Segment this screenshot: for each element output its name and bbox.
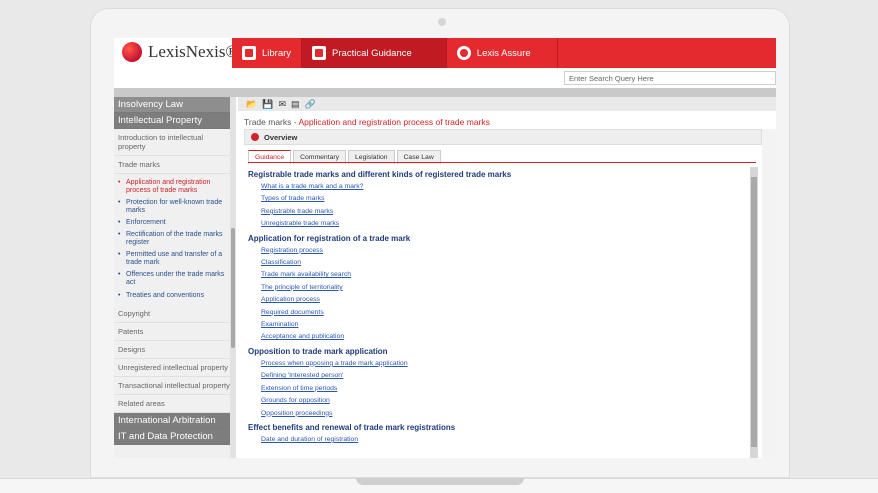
content-scroll-thumb[interactable] [751,177,757,447]
section-heading: Opposition to trade mark application [248,346,388,356]
sidebar-item-intro-ip[interactable]: Introduction to intellectual property [114,129,236,156]
lexisnexis-logo-icon [122,42,142,62]
guidance-link[interactable]: Types of trade marks [261,193,750,205]
breadcrumb: Trade marks - Application and registrati… [244,117,490,127]
sidebar-heading-insolvency[interactable]: Insolvency Law [114,97,236,113]
nav-tab-practical-guidance[interactable]: Practical Guidance [302,38,447,68]
sidebar-scroll-thumb[interactable] [231,228,235,348]
toolbar: 📂 💾 ✉ ▤ 🔗 [238,97,776,111]
sidebar-item-unregistered-ip[interactable]: Unregistered intellectual property [114,359,236,377]
sidebar-bullet[interactable]: Application and registration process of … [114,177,236,197]
sidebar-item-designs[interactable]: Designs [114,341,236,359]
overview-bar[interactable]: Overview [244,129,762,145]
guidance-link[interactable]: Date and duration of registration [261,434,750,446]
guidance-link[interactable]: Examination [261,319,750,331]
nav-tab-label: Lexis Assure [476,47,531,59]
document-icon [312,46,327,60]
nav-tab-label: Practical Guidance [332,47,412,59]
guidance-link[interactable]: Trade mark availability search [261,269,750,281]
tab-underline [248,162,756,163]
sidebar-item-copyright[interactable]: Copyright [114,305,236,323]
export-icon[interactable]: ▤ [291,99,300,110]
guidance-link[interactable]: Acceptance and publication [261,331,750,343]
sidebar: Insolvency Law Intellectual Property Int… [114,97,236,458]
header: LexisNexis® Library Practical Guidance L… [114,38,776,68]
link-icon[interactable]: 🔗 [305,99,316,110]
camera-dot [438,18,446,26]
email-icon[interactable]: ✉ [278,99,286,110]
guidance-content: Registrable trade marks and different ki… [248,167,750,458]
folder-icon[interactable]: 📂 [246,99,257,110]
guidance-link[interactable]: The principle of territoriality [261,282,750,294]
nav-tab-label: Library [262,47,292,59]
guidance-link[interactable]: Opposition proceedings [261,408,750,420]
sidebar-bullet[interactable]: Enforcement [114,217,236,229]
section-heading: Application for registration of a trade … [248,233,411,243]
sidebar-bullet[interactable]: Treaties and conventions [114,290,236,302]
guidance-link[interactable]: Registration process [261,245,750,257]
main-content: 📂 💾 ✉ ▤ 🔗 Trade marks - Application and … [238,97,776,458]
assure-icon [456,46,471,60]
sidebar-item-trade-marks[interactable]: Trade marks [114,156,236,174]
breadcrumb-parent[interactable]: Trade marks - [244,117,298,127]
sidebar-heading-ip[interactable]: Intellectual Property [114,113,236,129]
breadcrumb-current: Application and registration process of … [298,117,490,127]
book-icon [242,46,256,60]
guidance-link[interactable]: Required documents [261,307,750,319]
overview-label: Overview [264,132,298,142]
guidance-link[interactable]: Application process [261,294,750,306]
section-heading: Registrable trade marks and different ki… [248,170,512,179]
guidance-link[interactable]: Extension of time periods [261,383,750,395]
search-input[interactable]: Enter Search Query Here [564,71,776,85]
save-icon[interactable]: 💾 [262,99,273,110]
guidance-link[interactable]: Grounds for opposition [261,395,750,407]
sidebar-bullet[interactable]: Rectification of the trade marks registe… [114,229,236,249]
sidebar-heading-arbitration[interactable]: International Arbitration [114,412,236,429]
screen: LexisNexis® Library Practical Guidance L… [114,38,776,458]
sidebar-bullet[interactable]: Offences under the trade marks act [114,269,236,289]
sidebar-item-transactional-ip[interactable]: Transactional intellectual property [114,377,236,395]
guidance-link[interactable]: Classification [261,257,750,269]
guidance-link[interactable]: Unregistrable trade marks [261,218,750,230]
logo[interactable]: LexisNexis® [122,42,238,62]
sidebar-item-patents[interactable]: Patents [114,323,236,341]
sidebar-heading-it[interactable]: IT and Data Protection [114,428,236,445]
guidance-link[interactable]: What is a trade mark and a mark? [261,181,750,193]
guidance-link[interactable]: Defining 'Interested person' [261,370,750,382]
section-heading: Effect benefits and renewal of trade mar… [248,422,456,432]
nav-tab-lexis-assure[interactable]: Lexis Assure [447,38,558,68]
overview-toggle-icon [251,133,259,141]
guidance-link[interactable]: Process when opposing a trade mark appli… [261,358,750,370]
search-row: Enter Search Query Here [114,68,776,88]
scene: LexisNexis® Library Practical Guidance L… [0,0,878,493]
divider-bar [114,88,776,97]
laptop-notch [356,478,524,485]
sidebar-bullet[interactable]: Protection for well-known trade marks [114,197,236,217]
guidance-link[interactable]: Registrable trade marks [261,206,750,218]
nav-tab-library[interactable]: Library [232,38,303,68]
top-nav: Library Practical Guidance Lexis Assure [232,38,776,68]
sidebar-item-related-areas[interactable]: Related areas [114,395,236,413]
right-panel-strip [762,129,776,458]
sidebar-bullet[interactable]: Permitted use and transfer of a trade ma… [114,249,236,269]
logo-text: LexisNexis® [148,42,239,61]
